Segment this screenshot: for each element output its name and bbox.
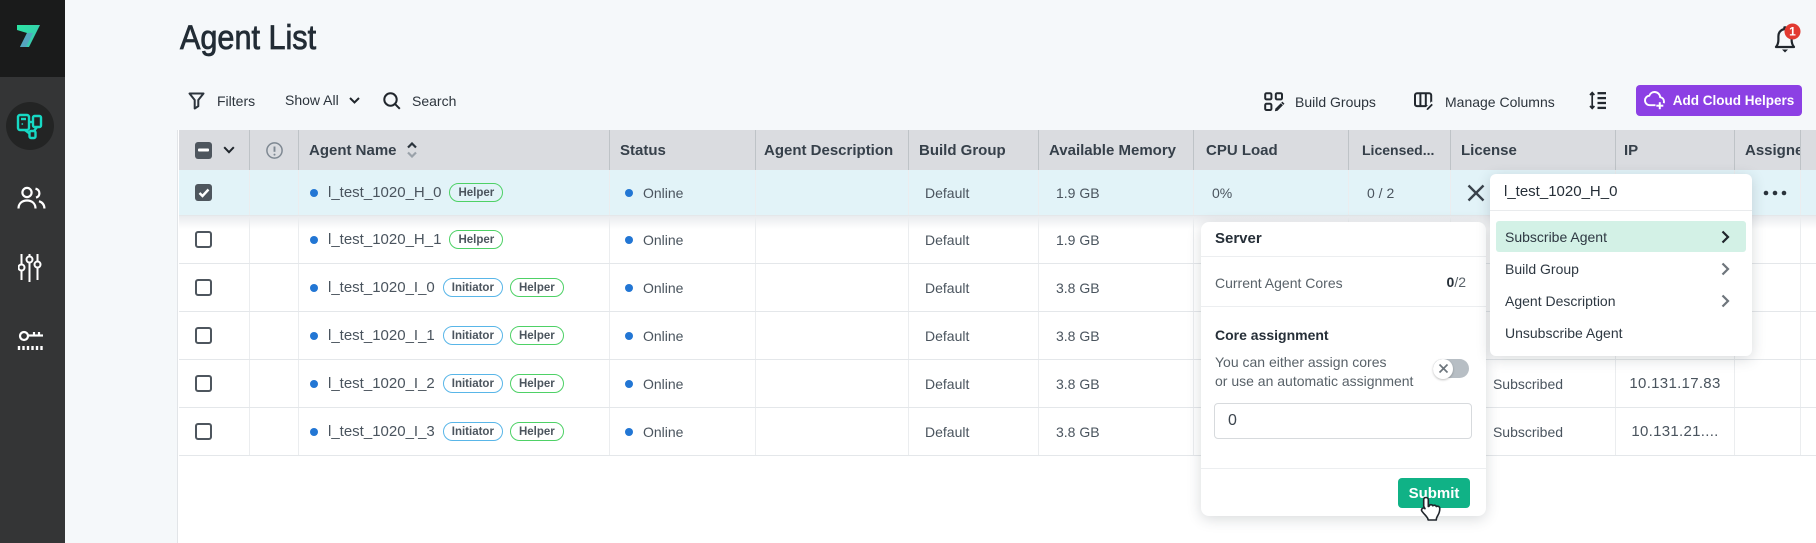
svg-text:1: 1 (1789, 25, 1796, 39)
